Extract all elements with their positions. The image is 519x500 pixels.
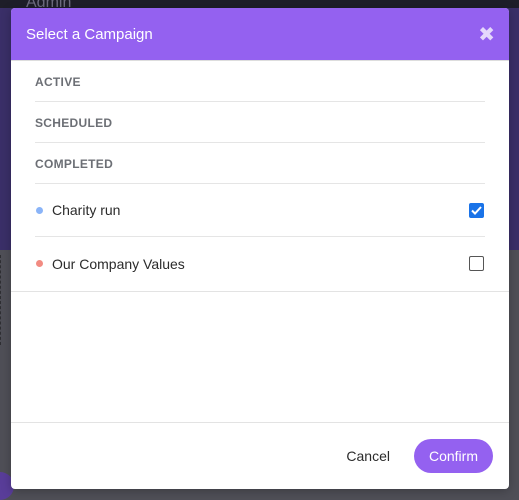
section-completed: COMPLETED — [35, 143, 485, 184]
campaign-list: ACTIVE SCHEDULED COMPLETED Charity run O… — [11, 61, 509, 290]
campaign-row-charity-run[interactable]: Charity run — [35, 184, 485, 237]
campaign-label-group: Our Company Values — [35, 256, 185, 272]
campaign-label-group: Charity run — [35, 202, 120, 218]
select-campaign-dialog: Select a Campaign ✖ ACTIVE SCHEDULED COM… — [11, 8, 509, 489]
dialog-footer: Cancel Confirm — [11, 423, 509, 489]
checkmark-icon — [471, 205, 482, 215]
cancel-button[interactable]: Cancel — [340, 447, 396, 465]
section-active: ACTIVE — [35, 61, 485, 102]
dialog-title: Select a Campaign — [26, 25, 153, 43]
dialog-header: Select a Campaign ✖ — [11, 8, 509, 61]
campaign-checkbox[interactable] — [469, 202, 484, 218]
status-dot — [36, 260, 43, 267]
section-scheduled: SCHEDULED — [35, 102, 485, 143]
confirm-button[interactable]: Confirm — [414, 439, 493, 473]
close-icon[interactable]: ✖ — [478, 23, 495, 45]
campaign-row-our-company-values[interactable]: Our Company Values — [35, 237, 485, 290]
campaign-checkbox[interactable] — [469, 256, 484, 271]
status-dot — [36, 206, 43, 214]
list-divider — [11, 291, 509, 292]
campaign-name: Charity run — [52, 202, 121, 218]
campaign-name: Our Company Values — [52, 255, 185, 272]
